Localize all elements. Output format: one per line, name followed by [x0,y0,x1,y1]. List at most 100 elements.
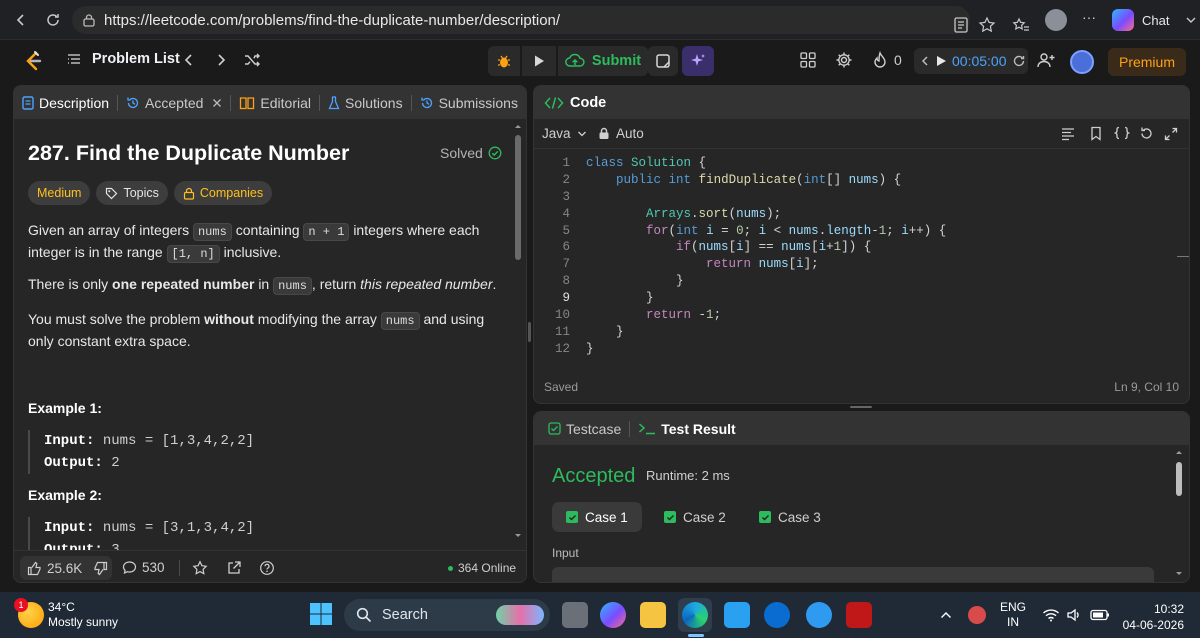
next-problem-icon[interactable] [213,51,229,69]
timer-play-icon[interactable] [935,55,947,67]
weather-widget[interactable]: 1 34°C Mostly sunny [14,598,118,630]
layout-grid-icon[interactable] [799,51,817,69]
vertical-splitter[interactable] [528,322,531,342]
code-editor[interactable]: 1 class Solution { 2 public int findDupli… [534,155,1189,358]
task-view-icon[interactable] [562,602,588,628]
search-icon [356,607,372,623]
expand-icon[interactable] [1164,127,1178,141]
bug-icon [495,52,513,70]
file-explorer-icon[interactable] [640,602,666,628]
help-icon[interactable] [259,560,275,576]
site-info-icon[interactable] [82,13,96,27]
tab-test-result[interactable]: Test Result [636,412,737,445]
help-app-icon[interactable] [806,602,832,628]
wifi-icon[interactable] [1042,608,1060,622]
thumbs-up-icon[interactable] [27,561,42,576]
add-user-icon[interactable] [1036,51,1056,69]
streak-counter[interactable]: 0 [872,51,902,69]
tab-separator [629,420,631,437]
online-indicator: 364 Online [448,561,516,575]
reset-code-icon[interactable] [1139,126,1154,141]
text: Given an array of integers [28,222,190,238]
share-icon[interactable] [226,560,242,576]
address-bar[interactable]: https://leetcode.com/problems/find-the-d… [72,6,970,34]
timer-reset-icon[interactable] [1012,54,1026,68]
description-scrollbar[interactable] [513,123,523,543]
example-2-title: Example 2: [28,487,102,503]
mcafee-icon[interactable] [846,602,872,628]
topics-label: Topics [123,186,159,200]
microsoft-store-icon[interactable] [724,602,750,628]
shuffle-icon[interactable] [243,51,261,69]
weather-text: 34°C Mostly sunny [48,600,118,630]
bookmark-icon[interactable] [1089,126,1103,141]
more-options-button[interactable]: ··· [1082,9,1096,39]
line-number: 1 [562,156,570,170]
tab-editorial[interactable]: Editorial [231,86,319,119]
note-button[interactable] [648,46,678,76]
companies-tag[interactable]: Companies [173,181,273,205]
back-arrow-icon[interactable] [6,5,36,35]
taskbar-search[interactable]: Search [344,599,550,631]
result-scrollbar[interactable] [1174,448,1184,580]
problem-list-link[interactable]: Problem List [66,51,180,67]
case-3-tab[interactable]: Case 3 [745,502,835,532]
timer-collapse-icon[interactable] [920,55,930,67]
refresh-icon[interactable] [38,5,68,35]
case-1-tab[interactable]: Case 1 [552,502,642,532]
tab-submissions[interactable]: Submissions [412,86,526,119]
run-button[interactable] [522,46,556,76]
debug-button[interactable] [488,46,520,76]
leetcode-logo-icon[interactable] [22,50,44,72]
language-select[interactable]: Java [542,126,587,141]
code-line: 3 [534,189,1189,206]
auto-mode-toggle[interactable]: Auto [598,126,644,141]
timer-value: 00:05:00 [952,53,1007,69]
tab-testcase[interactable]: Testcase [546,412,623,445]
prev-problem-icon[interactable] [181,51,197,69]
horizontal-splitter[interactable] [850,406,872,408]
chevron-up-icon[interactable] [940,610,952,620]
check-icon [664,511,676,523]
timer-widget[interactable]: 00:05:00 [914,48,1028,74]
topics-tag[interactable]: Topics [96,181,168,205]
comments-button[interactable]: 530 [122,560,165,575]
companies-label: Companies [199,186,264,200]
language-indicator[interactable]: ENG IN [1000,600,1026,630]
windows-start-icon[interactable] [308,601,334,627]
hp-app-icon[interactable] [764,602,790,628]
code-text: if(nums[i] == nums[i+1]) { [676,240,872,255]
flask-icon [328,95,340,110]
tab-accepted[interactable]: Accepted [118,86,230,119]
lock-icon [183,187,195,200]
online-dot [448,565,453,571]
format-lines-icon[interactable] [1060,127,1076,141]
reader-view-icon[interactable] [952,10,970,40]
system-clock[interactable]: 10:32 04-06-2026 [1122,601,1184,633]
copilot-app-icon[interactable] [600,602,626,628]
star-icon[interactable] [192,560,208,576]
edge-browser-icon[interactable] [682,602,708,628]
battery-icon[interactable] [1090,609,1110,621]
submit-button[interactable]: Submit [558,46,648,76]
favorite-star-icon[interactable] [978,10,996,40]
profile-avatar[interactable] [1045,9,1067,31]
user-avatar[interactable] [1070,50,1094,74]
copilot-chat-button[interactable]: Chat [1112,7,1197,33]
code-line: 2 public int findDuplicate(int[] nums) { [534,172,1189,189]
ai-sparkle-button[interactable] [682,46,714,76]
thumbs-down-icon[interactable] [93,561,108,576]
security-tray-icon[interactable] [968,606,986,624]
close-tab-icon[interactable] [212,98,222,108]
tab-solutions[interactable]: Solutions [320,86,411,119]
example-input: nums = [3,1,3,4,2] [102,520,255,536]
favorites-list-icon[interactable] [1012,10,1030,40]
checkbox-icon [548,422,561,435]
curly-braces-icon[interactable] [1114,126,1130,141]
case-2-tab[interactable]: Case 2 [650,502,740,532]
volume-icon[interactable] [1066,608,1082,622]
premium-button[interactable]: Premium [1108,48,1186,76]
settings-gear-icon[interactable] [835,51,853,69]
tab-description[interactable]: Description [14,86,117,119]
online-count: 364 Online [458,561,517,575]
